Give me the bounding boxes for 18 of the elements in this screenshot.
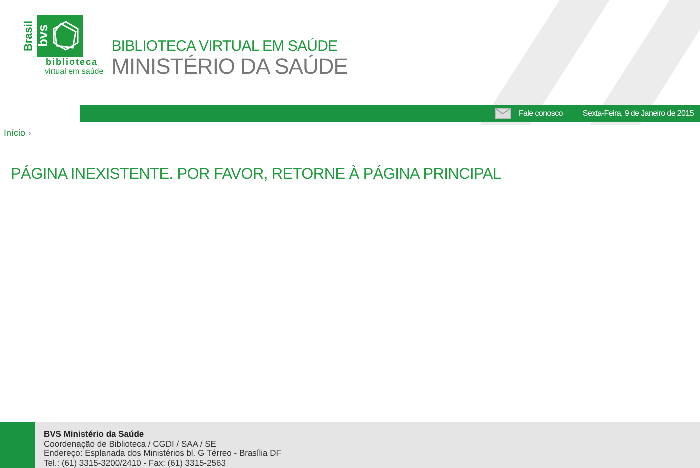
footer-accent <box>0 422 35 468</box>
footer-text: Coordenação de Biblioteca / CGDI / SAA / SE <box>44 440 218 449</box>
breadcrumb-link[interactable]: Início <box>4 127 26 140</box>
logo-text: Brasil <box>22 20 36 52</box>
breadcrumb-separator: › <box>28 127 32 140</box>
footer-text: Endereço: Esplanada dos Ministérios bl. G Térreo - Brasília DF <box>44 449 282 458</box>
date-text: Sexta-Feira, 9 de Janeiro de 2015 <box>582 108 694 120</box>
footer-text: Tel.: (61) 3315-3200/2410 - Fax: (61) 3315-2563 <box>44 458 227 468</box>
site-title: BIBLIOTECA VIRTUAL EM SAÚDE <box>112 38 338 55</box>
site-subtitle: MINISTÉRIO DA SAÚDE <box>112 55 348 79</box>
footer-heading: BVS Ministério da Saúde <box>44 430 146 440</box>
logo-text: biblioteca <box>46 57 98 67</box>
logo-text: bvs <box>34 24 52 48</box>
error-message: PÁGINA INEXISTENTE. POR FAVOR, RETORNE À PÁGINA PRINCIPAL <box>11 164 502 184</box>
logo-text: virtual em saúde <box>45 67 104 76</box>
hexagon-knot-icon <box>51 20 81 52</box>
contact-link[interactable]: Fale conosco <box>518 108 563 120</box>
envelope-icon <box>494 108 511 119</box>
